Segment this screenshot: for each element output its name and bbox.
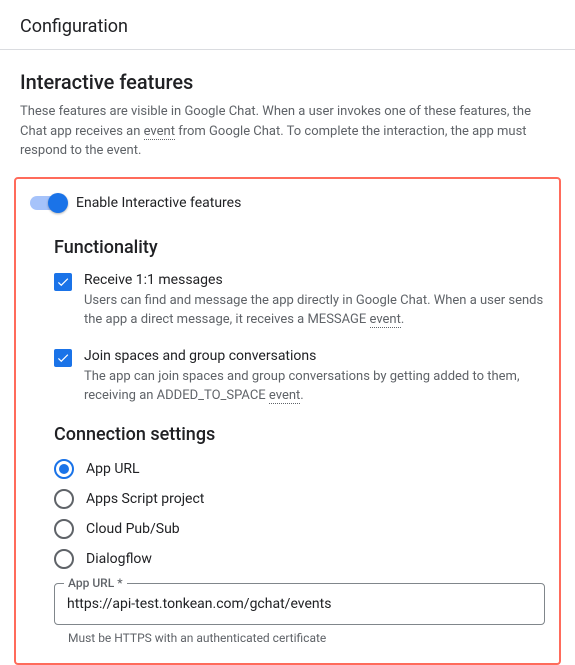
radio-dialogflow[interactable]: Dialogflow	[54, 549, 545, 569]
radio-app-url[interactable]: App URL	[54, 459, 545, 479]
page-title: Configuration	[20, 16, 128, 37]
checkbox-row-receive-messages: Receive 1:1 messages Users can find and …	[54, 272, 545, 330]
functionality-title: Functionality	[54, 237, 545, 258]
radio-label: Dialogflow	[86, 551, 152, 567]
enable-interactive-toggle-row: Enable Interactive features	[30, 195, 545, 211]
app-url-floating-label: App URL *	[64, 576, 127, 590]
app-url-input[interactable]	[54, 583, 545, 625]
checkmark-icon	[56, 351, 70, 365]
enable-interactive-toggle[interactable]	[30, 196, 66, 210]
toggle-thumb-icon	[48, 193, 68, 213]
app-url-helper-text: Must be HTTPS with an authenticated cert…	[54, 631, 545, 645]
checkmark-icon	[56, 275, 70, 289]
radio-label: App URL	[86, 461, 140, 477]
radio-label: Apps Script project	[86, 491, 204, 507]
connection-settings-title: Connection settings	[54, 424, 545, 445]
event-link[interactable]: event	[370, 312, 401, 328]
checkbox-description: The app can join spaces and group conver…	[84, 367, 545, 406]
highlighted-panel: Enable Interactive features Functionalit…	[14, 177, 561, 665]
content-area: Interactive features These features are …	[0, 50, 575, 665]
radio-icon	[54, 519, 74, 539]
radio-apps-script[interactable]: Apps Script project	[54, 489, 545, 509]
checkbox-label: Receive 1:1 messages	[84, 272, 545, 288]
event-link[interactable]: event	[269, 388, 300, 404]
radio-icon	[54, 459, 74, 479]
radio-icon	[54, 549, 74, 569]
checkbox-label: Join spaces and group conversations	[84, 348, 545, 364]
checkbox-receive-messages[interactable]	[54, 273, 72, 291]
app-url-input-wrapper: App URL *	[54, 583, 545, 625]
section-title: Interactive features	[20, 70, 555, 94]
radio-icon	[54, 489, 74, 509]
radio-cloud-pubsub[interactable]: Cloud Pub/Sub	[54, 519, 545, 539]
page-header: Configuration	[0, 0, 575, 50]
enable-interactive-label: Enable Interactive features	[76, 195, 241, 211]
checkbox-join-spaces[interactable]	[54, 349, 72, 367]
radio-label: Cloud Pub/Sub	[86, 521, 180, 537]
checkbox-row-join-spaces: Join spaces and group conversations The …	[54, 348, 545, 406]
event-link[interactable]: event	[144, 124, 175, 140]
functionality-section: Functionality Receive 1:1 messages Users…	[30, 237, 545, 645]
section-description: These features are visible in Google Cha…	[20, 102, 555, 161]
checkbox-description: Users can find and message the app direc…	[84, 291, 545, 330]
